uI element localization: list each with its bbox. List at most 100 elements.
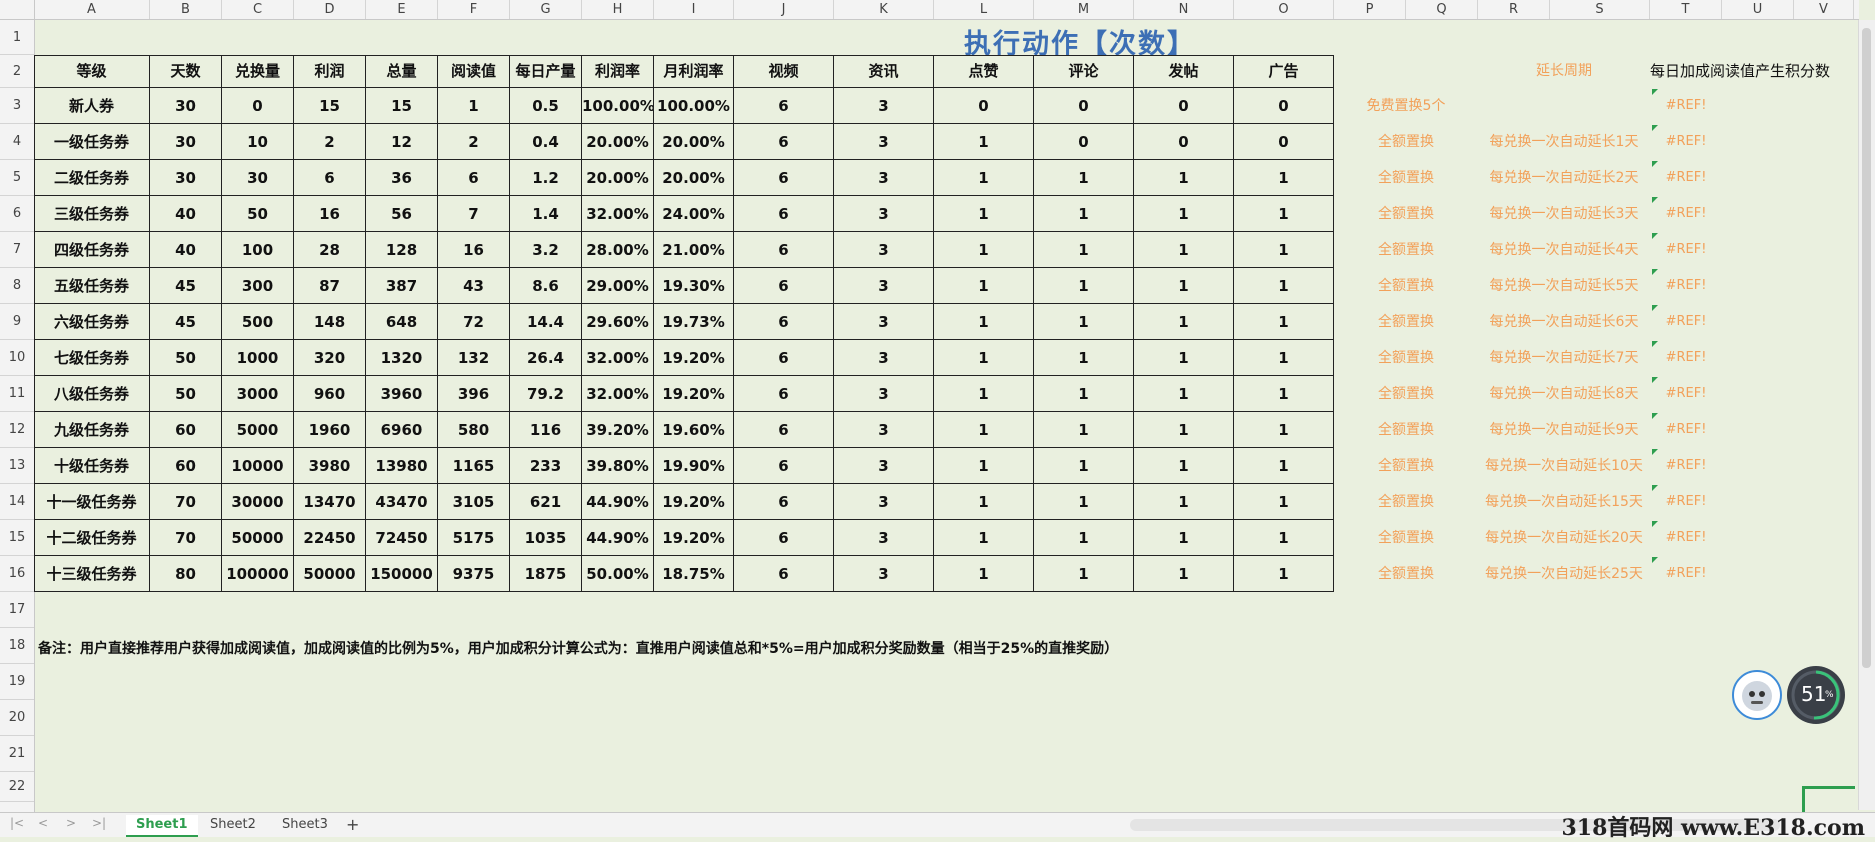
table-cell[interactable]: 6 bbox=[734, 232, 834, 268]
row-header-13[interactable]: 13 bbox=[0, 448, 34, 484]
tab-sheet1[interactable]: Sheet1 bbox=[126, 815, 198, 837]
table-cell[interactable]: 29.60% bbox=[582, 304, 654, 340]
table-cell[interactable]: 32.00% bbox=[582, 196, 654, 232]
table-cell[interactable]: 50 bbox=[222, 196, 294, 232]
row-header-4[interactable]: 4 bbox=[0, 124, 34, 160]
table-cell[interactable]: 30 bbox=[150, 88, 222, 124]
table-cell[interactable]: 50.00% bbox=[582, 556, 654, 592]
table-cell[interactable]: 6 bbox=[734, 556, 834, 592]
table-header-cell[interactable]: 兑换量 bbox=[222, 55, 294, 88]
table-cell[interactable]: 1 bbox=[1034, 520, 1134, 556]
row-header-16[interactable]: 16 bbox=[0, 556, 34, 592]
table-cell[interactable]: 1 bbox=[1134, 340, 1234, 376]
table-cell[interactable]: 580 bbox=[438, 412, 510, 448]
table-cell[interactable]: 19.20% bbox=[654, 484, 734, 520]
table-cell[interactable]: 0 bbox=[1234, 124, 1334, 160]
table-cell[interactable]: 1000 bbox=[222, 340, 294, 376]
table-cell[interactable]: 45 bbox=[150, 268, 222, 304]
cell-grid[interactable]: 执行动作【次数】 等级 天数 兑换量 利润 总量 阅读值 每日产量 利润率 月利润率 视频 资讯 点赞评… bbox=[34, 20, 1859, 812]
table-cell[interactable]: 3 bbox=[834, 556, 934, 592]
table-cell[interactable]: 6 bbox=[734, 196, 834, 232]
ref-error-cell[interactable]: #REF! bbox=[1650, 448, 1722, 484]
table-cell[interactable]: 0 bbox=[1134, 124, 1234, 160]
table-cell[interactable]: 32.00% bbox=[582, 376, 654, 412]
table-cell[interactable]: 1 bbox=[1234, 160, 1334, 196]
table-cell[interactable]: 1 bbox=[1234, 304, 1334, 340]
row-header-3[interactable]: 3 bbox=[0, 88, 34, 124]
replace-cell[interactable]: 全额置换 bbox=[1334, 484, 1478, 520]
replace-cell[interactable]: 全额置换 bbox=[1334, 556, 1478, 592]
table-cell[interactable]: 1 bbox=[1134, 376, 1234, 412]
replace-cell[interactable]: 全额置换 bbox=[1334, 376, 1478, 412]
table-cell[interactable]: 28.00% bbox=[582, 232, 654, 268]
table-cell[interactable]: 21.00% bbox=[654, 232, 734, 268]
table-cell[interactable]: 5000 bbox=[222, 412, 294, 448]
table-cell[interactable]: 1 bbox=[1034, 232, 1134, 268]
table-cell[interactable]: 1 bbox=[1134, 448, 1234, 484]
extend-cell[interactable]: 每兑换一次自动延长9天 bbox=[1478, 412, 1650, 448]
table-cell[interactable]: 50000 bbox=[294, 556, 366, 592]
column-header-h[interactable]: H bbox=[582, 0, 654, 19]
table-cell[interactable]: 100 bbox=[222, 232, 294, 268]
table-cell[interactable]: 621 bbox=[510, 484, 582, 520]
table-cell[interactable]: 3 bbox=[834, 412, 934, 448]
table-cell[interactable]: 43 bbox=[438, 268, 510, 304]
table-cell[interactable]: 20.00% bbox=[654, 160, 734, 196]
row-header-15[interactable]: 15 bbox=[0, 520, 34, 556]
table-cell[interactable]: 13980 bbox=[366, 448, 438, 484]
table-cell[interactable]: 0 bbox=[1234, 88, 1334, 124]
table-cell[interactable]: 6 bbox=[734, 124, 834, 160]
table-cell[interactable]: 6 bbox=[734, 268, 834, 304]
column-header-j[interactable]: J bbox=[734, 0, 834, 19]
row-header-8[interactable]: 8 bbox=[0, 268, 34, 304]
table-header-cell[interactable]: 视频 bbox=[734, 55, 834, 88]
table-cell[interactable]: 1 bbox=[934, 160, 1034, 196]
level-cell[interactable]: 五级任务券 bbox=[34, 268, 150, 304]
table-cell[interactable]: 1 bbox=[934, 448, 1034, 484]
table-cell[interactable]: 1 bbox=[1034, 340, 1134, 376]
level-cell[interactable]: 新人券 bbox=[34, 88, 150, 124]
extend-cell[interactable]: 每兑换一次自动延长7天 bbox=[1478, 340, 1650, 376]
level-cell[interactable]: 九级任务券 bbox=[34, 412, 150, 448]
level-cell[interactable]: 七级任务券 bbox=[34, 340, 150, 376]
table-cell[interactable]: 1 bbox=[1034, 304, 1134, 340]
table-cell[interactable]: 0 bbox=[934, 88, 1034, 124]
table-cell[interactable]: 1 bbox=[1234, 232, 1334, 268]
table-cell[interactable]: 1 bbox=[1234, 556, 1334, 592]
table-header-cell[interactable]: 阅读值 bbox=[438, 55, 510, 88]
column-header-l[interactable]: L bbox=[934, 0, 1034, 19]
table-cell[interactable]: 396 bbox=[438, 376, 510, 412]
extend-cell[interactable]: 每兑换一次自动延长20天 bbox=[1478, 520, 1650, 556]
table-cell[interactable]: 1 bbox=[1134, 520, 1234, 556]
table-cell[interactable]: 19.30% bbox=[654, 268, 734, 304]
daily-bonus-header[interactable]: 每日加成阅读值产生积分数 bbox=[1650, 55, 1854, 88]
column-header-e[interactable]: E bbox=[366, 0, 438, 19]
table-cell[interactable]: 1 bbox=[1134, 484, 1234, 520]
replace-cell[interactable]: 免费置换5个 bbox=[1334, 88, 1478, 124]
table-cell[interactable]: 1960 bbox=[294, 412, 366, 448]
table-cell[interactable]: 45 bbox=[150, 304, 222, 340]
table-cell[interactable]: 56 bbox=[366, 196, 438, 232]
table-cell[interactable]: 30000 bbox=[222, 484, 294, 520]
table-header-cell[interactable]: 评论 bbox=[1034, 55, 1134, 88]
column-header-b[interactable]: B bbox=[150, 0, 222, 19]
table-header-cell[interactable]: 每日产量 bbox=[510, 55, 582, 88]
table-cell[interactable]: 3 bbox=[834, 196, 934, 232]
row-header-12[interactable]: 12 bbox=[0, 412, 34, 448]
table-cell[interactable]: 500 bbox=[222, 304, 294, 340]
table-cell[interactable]: 80 bbox=[150, 556, 222, 592]
table-cell[interactable]: 132 bbox=[438, 340, 510, 376]
ref-error-cell[interactable]: #REF! bbox=[1650, 124, 1722, 160]
level-cell[interactable]: 四级任务券 bbox=[34, 232, 150, 268]
table-cell[interactable]: 150000 bbox=[366, 556, 438, 592]
table-cell[interactable]: 19.73% bbox=[654, 304, 734, 340]
table-cell[interactable]: 3 bbox=[834, 268, 934, 304]
table-cell[interactable]: 60 bbox=[150, 448, 222, 484]
table-cell[interactable]: 1 bbox=[1134, 160, 1234, 196]
table-cell[interactable]: 3 bbox=[834, 484, 934, 520]
ref-error-cell[interactable]: #REF! bbox=[1650, 268, 1722, 304]
table-cell[interactable]: 12 bbox=[366, 124, 438, 160]
table-cell[interactable]: 1 bbox=[1034, 448, 1134, 484]
table-cell[interactable]: 1 bbox=[1234, 376, 1334, 412]
table-cell[interactable]: 100.00% bbox=[654, 88, 734, 124]
